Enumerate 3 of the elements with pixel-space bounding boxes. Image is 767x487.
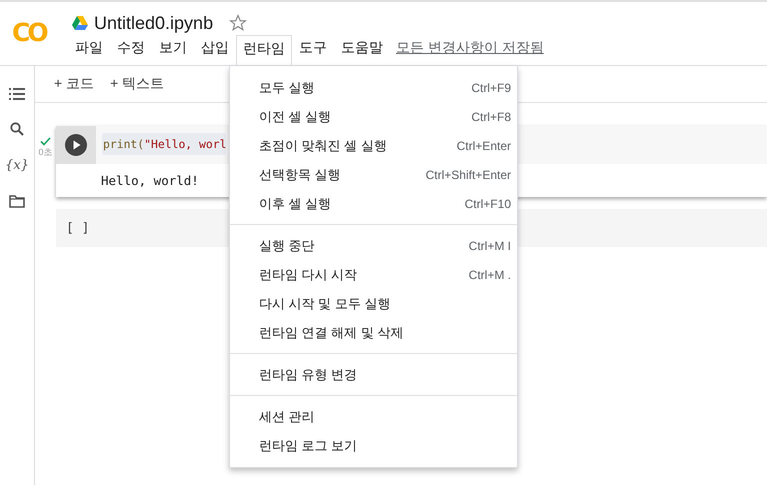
cell-prompt: [ ]	[66, 220, 90, 236]
cell-output: Hello, world!	[101, 172, 199, 190]
execution-time: 0초	[38, 146, 52, 159]
